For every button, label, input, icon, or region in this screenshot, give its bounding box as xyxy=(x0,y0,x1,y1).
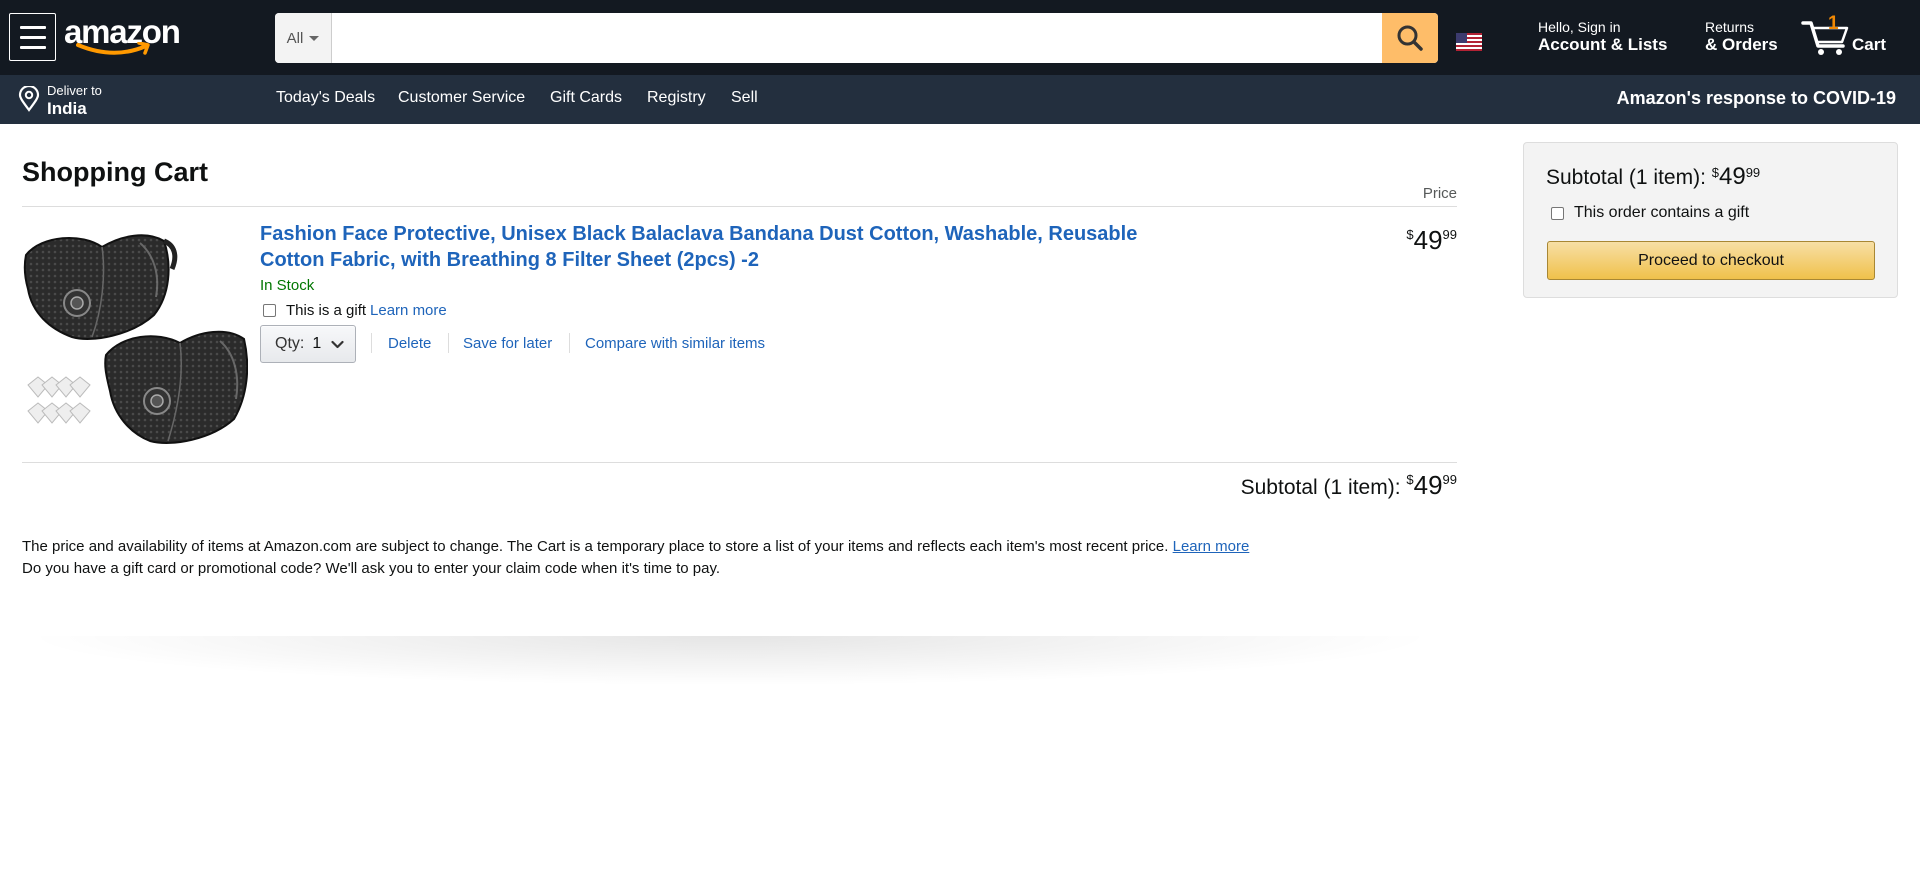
quantity-label: Qty: xyxy=(275,335,305,352)
save-for-later-link[interactable]: Save for later xyxy=(463,335,552,352)
panel-subtotal-whole: 49 xyxy=(1718,163,1746,190)
price-whole: 49 xyxy=(1413,225,1443,255)
divider xyxy=(22,206,1457,207)
chevron-down-icon xyxy=(331,340,344,349)
subtotal-currency: $ xyxy=(1406,472,1414,487)
account-lists-label: Account & Lists xyxy=(1538,35,1668,54)
gift-checkbox[interactable] xyxy=(263,304,276,317)
nav-link-customer-service[interactable]: Customer Service xyxy=(398,89,525,107)
account-greeting: Hello, Sign in xyxy=(1538,19,1621,35)
disclaimer-learn-more-link[interactable]: Learn more xyxy=(1173,538,1250,555)
nav-link-sell[interactable]: Sell xyxy=(731,89,758,107)
search-category-label: All xyxy=(286,29,304,47)
us-flag-icon[interactable] xyxy=(1456,33,1482,51)
top-nav: amazon All Hello, Sign in Account & List… xyxy=(0,0,1920,75)
location-pin-icon xyxy=(18,86,40,112)
gift-option: This is a gift Learn more xyxy=(263,302,447,319)
promo-code-note: Do you have a gift card or promotional c… xyxy=(22,560,721,577)
search-input[interactable] xyxy=(333,13,1380,63)
compare-similar-link[interactable]: Compare with similar items xyxy=(585,335,765,352)
stock-status: In Stock xyxy=(260,277,315,294)
proceed-to-checkout-button[interactable]: Proceed to checkout xyxy=(1547,241,1875,280)
subtotal-label: Subtotal (1 item): xyxy=(1240,476,1401,499)
divider xyxy=(448,333,449,353)
panel-subtotal-fraction: 99 xyxy=(1745,165,1761,180)
hamburger-menu-icon[interactable] xyxy=(9,13,56,61)
sub-nav: Deliver to India Today's Deals Customer … xyxy=(0,75,1920,124)
orders-label: & Orders xyxy=(1705,35,1778,54)
deliver-to-label: Deliver to xyxy=(47,83,102,98)
order-gift-label: This order contains a gift xyxy=(1574,204,1750,221)
subtotal-whole: 49 xyxy=(1413,470,1443,500)
deliver-country: India xyxy=(47,99,87,118)
panel-subtotal: Subtotal (1 item): $4999 xyxy=(1546,163,1760,191)
gift-learn-more-link[interactable]: Learn more xyxy=(370,302,447,319)
item-price: $4999 xyxy=(1406,225,1457,256)
checkout-panel: Subtotal (1 item): $4999 This order cont… xyxy=(1523,142,1898,298)
gift-label: This is a gift xyxy=(286,302,367,319)
nav-link-registry[interactable]: Registry xyxy=(647,89,706,107)
order-gift-option: This order contains a gift xyxy=(1551,204,1749,222)
product-image[interactable] xyxy=(22,225,248,452)
quantity-dropdown[interactable]: Qty: 1 xyxy=(260,325,356,363)
returns-label: Returns xyxy=(1705,19,1755,35)
panel-subtotal-currency: $ xyxy=(1711,165,1719,180)
price-currency: $ xyxy=(1406,227,1414,242)
panel-subtotal-label: Subtotal (1 item): xyxy=(1546,166,1706,189)
covid-response-link[interactable]: Amazon's response to COVID-19 xyxy=(1617,88,1896,109)
item-title-link[interactable]: Fashion Face Protective, Unisex Black Ba… xyxy=(260,221,1200,273)
caret-down-icon xyxy=(309,35,320,41)
price-fraction: 99 xyxy=(1442,227,1457,242)
price-column-header: Price xyxy=(1422,185,1457,202)
subtotal-fraction: 99 xyxy=(1442,472,1457,487)
search-icon xyxy=(1397,25,1423,51)
cart-label: Cart xyxy=(1852,35,1887,54)
order-gift-checkbox[interactable] xyxy=(1551,206,1564,220)
disclaimer-text: The price and availability of items at A… xyxy=(22,538,1169,555)
nav-link-gift-cards[interactable]: Gift Cards xyxy=(550,89,622,107)
divider xyxy=(371,333,372,353)
logo-smile-icon xyxy=(76,42,150,55)
divider xyxy=(569,333,570,353)
search-bar: All xyxy=(275,13,1438,63)
search-category-dropdown[interactable]: All xyxy=(275,13,332,63)
cart-subtotal: Subtotal (1 item): $4999 xyxy=(1241,470,1457,501)
cart-icon xyxy=(1801,21,1849,55)
nav-link-todays-deals[interactable]: Today's Deals xyxy=(276,89,375,107)
divider xyxy=(22,462,1457,463)
cart-count: 1 xyxy=(1828,13,1839,34)
quantity-value: 1 xyxy=(312,335,322,352)
search-button[interactable] xyxy=(1382,13,1438,63)
cart-disclaimer: The price and availability of items at A… xyxy=(22,536,1249,580)
amazon-logo[interactable]: amazon xyxy=(64,10,188,58)
page-title: Shopping Cart xyxy=(22,157,208,187)
section-shadow xyxy=(20,636,1440,686)
delete-link[interactable]: Delete xyxy=(388,335,431,352)
